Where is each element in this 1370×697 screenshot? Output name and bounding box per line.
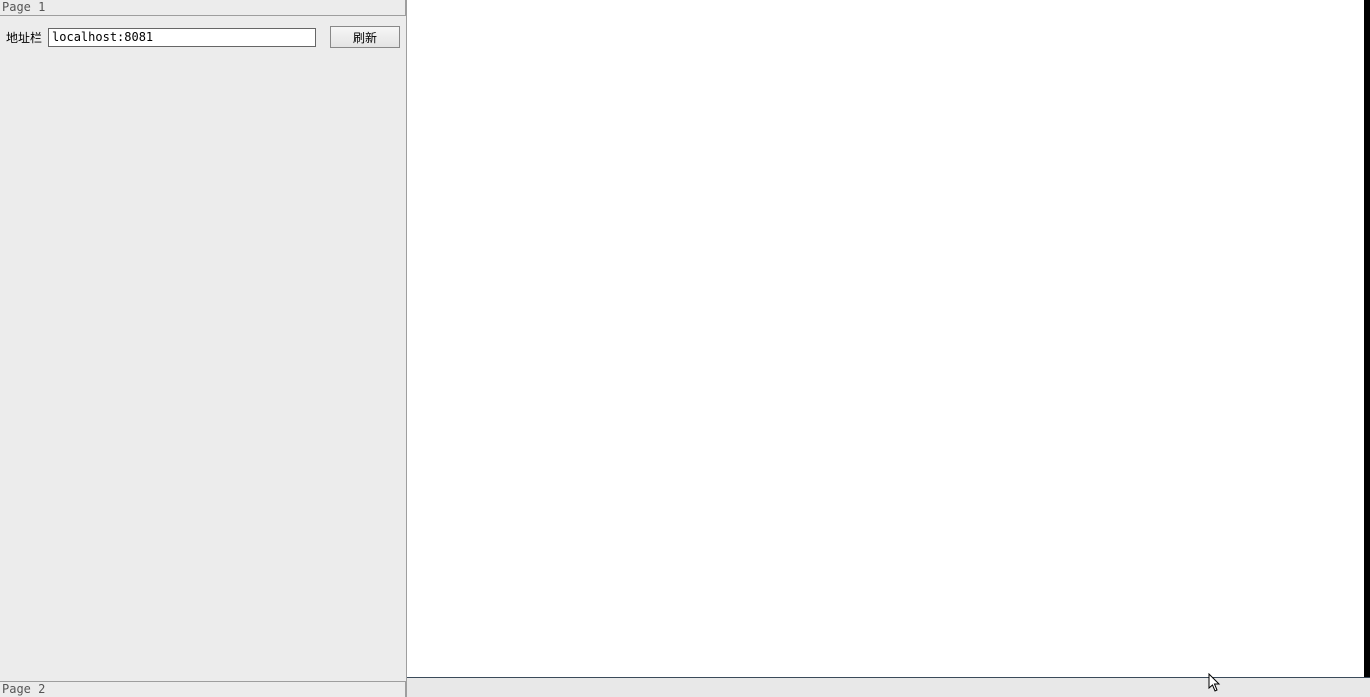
address-bar-row: 地址栏 刷新 [6,26,400,48]
address-input[interactable] [48,28,316,47]
status-bar [407,677,1370,697]
section-header-page-1[interactable]: Page 1 [0,0,406,16]
section-header-page-2[interactable]: Page 2 [0,681,406,697]
left-panel: Page 1 地址栏 刷新 Page 2 [0,0,407,697]
address-bar-label: 地址栏 [6,29,42,46]
app-root: Page 1 地址栏 刷新 Page 2 [0,0,1370,697]
refresh-button[interactable]: 刷新 [330,26,400,48]
page-1-body: 地址栏 刷新 [0,16,406,681]
content-area [407,0,1370,677]
